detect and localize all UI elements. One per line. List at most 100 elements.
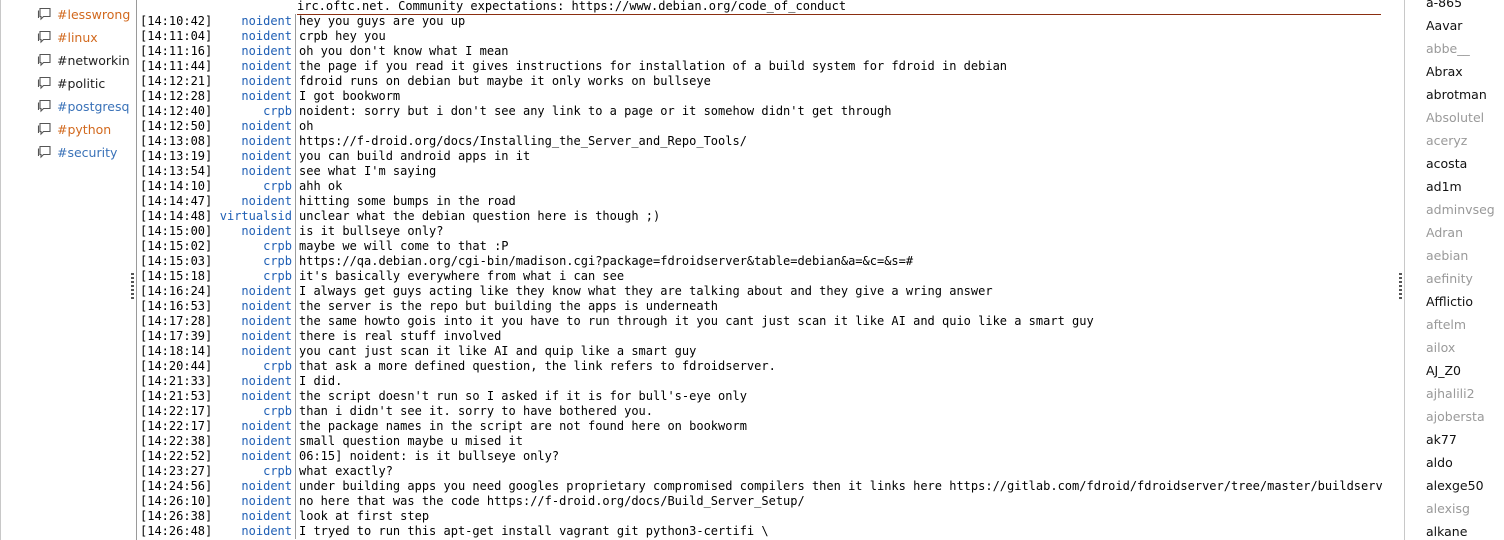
message-nick[interactable]: crpb bbox=[213, 104, 292, 119]
user-item[interactable]: alkane bbox=[1426, 522, 1467, 540]
message-nick[interactable]: virtualsid bbox=[213, 209, 292, 224]
column-separator bbox=[295, 464, 296, 479]
message-nick[interactable]: crpb bbox=[213, 404, 292, 419]
message-text: than i didn't see it. sorry to have both… bbox=[299, 404, 654, 418]
user-item[interactable]: adminvseg bbox=[1426, 200, 1495, 220]
message-nick[interactable]: crpb bbox=[213, 179, 292, 194]
channel-item[interactable]: #networkin bbox=[37, 50, 133, 70]
user-item[interactable]: aldo bbox=[1426, 453, 1453, 473]
message-timestamp: [14:18:14] bbox=[140, 344, 213, 358]
channel-item[interactable]: #lesswrong bbox=[37, 4, 133, 24]
user-item[interactable]: aefinity bbox=[1426, 269, 1473, 289]
message-text: see what I'm saying bbox=[299, 164, 437, 178]
message-nick[interactable]: noident bbox=[213, 509, 292, 524]
user-item[interactable]: acosta bbox=[1426, 154, 1467, 174]
user-item[interactable]: a-865 bbox=[1426, 0, 1462, 13]
message-row: [14:22:38] noident small question maybe u … bbox=[137, 434, 1383, 449]
message-nick[interactable]: noident bbox=[213, 479, 292, 494]
user-item[interactable]: abbe__ bbox=[1426, 39, 1470, 59]
column-separator bbox=[295, 524, 296, 539]
message-nick[interactable]: noident bbox=[213, 119, 292, 134]
user-item[interactable]: ailox bbox=[1426, 338, 1455, 358]
channel-item[interactable]: #postgresq bbox=[37, 96, 133, 116]
message-row: [14:12:50] noident oh bbox=[137, 119, 1383, 134]
message-nick[interactable]: noident bbox=[213, 389, 292, 404]
user-item[interactable]: alexisg bbox=[1426, 499, 1470, 519]
user-item[interactable]: Adran bbox=[1426, 223, 1463, 243]
message-timestamp: [14:23:27] bbox=[140, 464, 213, 478]
message-nick[interactable]: noident bbox=[213, 344, 292, 359]
message-row: [14:22:52] noident 06:15] noident: is it b… bbox=[137, 449, 1383, 464]
user-item[interactable]: Aavar bbox=[1426, 16, 1462, 36]
message-nick[interactable]: noident bbox=[213, 329, 292, 344]
user-item[interactable]: aebian bbox=[1426, 246, 1468, 266]
message-nick[interactable]: crpb bbox=[213, 359, 292, 374]
user-item[interactable]: ajobersta bbox=[1426, 407, 1485, 427]
message-nick[interactable]: crpb bbox=[213, 254, 292, 269]
message-nick[interactable]: noident bbox=[213, 44, 292, 59]
message-nick[interactable]: noident bbox=[213, 59, 292, 74]
user-item[interactable]: aftelm bbox=[1426, 315, 1466, 335]
message-timestamp: [14:26:38] bbox=[140, 509, 213, 523]
user-item[interactable]: ajhalili2 bbox=[1426, 384, 1475, 404]
channel-item[interactable]: #python bbox=[37, 119, 133, 139]
message-nick[interactable]: crpb bbox=[213, 269, 292, 284]
user-item[interactable]: Afflictio bbox=[1426, 292, 1473, 312]
user-item[interactable]: ad1m bbox=[1426, 177, 1462, 197]
user-item[interactable]: aceryz bbox=[1426, 131, 1467, 151]
message-nick[interactable]: noident bbox=[213, 149, 292, 164]
message-text: noident: sorry but i don't see any link … bbox=[299, 104, 892, 118]
message-text: it's basically everywhere from what i ca… bbox=[299, 269, 625, 283]
message-nick[interactable]: noident bbox=[213, 419, 292, 434]
message-nick[interactable]: noident bbox=[213, 89, 292, 104]
column-separator bbox=[295, 224, 296, 239]
channel-label: #networkin bbox=[57, 52, 130, 68]
message-nick[interactable]: noident bbox=[213, 284, 292, 299]
message-text: there is real stuff involved bbox=[299, 329, 502, 343]
user-item[interactable]: Abrax bbox=[1426, 62, 1463, 82]
user-item[interactable]: AJ_Z0 bbox=[1426, 361, 1461, 381]
message-nick[interactable]: noident bbox=[213, 134, 292, 149]
user-item[interactable]: Absolutel bbox=[1426, 108, 1484, 128]
column-separator bbox=[295, 449, 296, 464]
message-timestamp: [14:16:53] bbox=[140, 299, 213, 313]
chat-scrollbar[interactable] bbox=[1383, 0, 1396, 540]
user-item[interactable]: abrotman bbox=[1426, 85, 1487, 105]
message-timestamp: [14:12:40] bbox=[140, 104, 213, 118]
message-nick[interactable]: noident bbox=[213, 29, 292, 44]
message-row: [14:14:10] crpb ahh ok bbox=[137, 179, 1383, 194]
message-nick[interactable]: noident bbox=[213, 194, 292, 209]
message-timestamp: [14:26:48] bbox=[140, 524, 213, 538]
message-nick[interactable]: noident bbox=[213, 524, 292, 539]
message-timestamp: [14:11:04] bbox=[140, 29, 213, 43]
channel-item[interactable]: #politic bbox=[37, 73, 133, 93]
message-row: [14:15:18] crpb it's basically everywhere … bbox=[137, 269, 1383, 284]
message-row: [14:22:17] noident the package names in th… bbox=[137, 419, 1383, 434]
message-timestamp: [14:17:28] bbox=[140, 314, 213, 328]
message-nick[interactable]: noident bbox=[213, 374, 292, 389]
message-nick[interactable]: noident bbox=[213, 434, 292, 449]
user-list: a-865 Aavar abbe__ Abrax abrotman Absolutel ac… bbox=[1404, 0, 1504, 540]
user-item[interactable]: alexge50 bbox=[1426, 476, 1484, 496]
message-nick[interactable]: noident bbox=[213, 494, 292, 509]
message-row: [14:13:19] noident you can build android a… bbox=[137, 149, 1383, 164]
channel-item[interactable]: #security bbox=[37, 142, 133, 162]
message-timestamp: [14:22:17] bbox=[140, 404, 213, 418]
message-nick[interactable]: noident bbox=[213, 164, 292, 179]
sidebar-resize-handle[interactable] bbox=[131, 273, 134, 301]
message-nick[interactable]: noident bbox=[213, 14, 292, 29]
message-text: fdroid runs on debian but maybe it only … bbox=[299, 74, 711, 88]
channel-item[interactable]: #linux bbox=[37, 27, 133, 47]
user-item[interactable]: ak77 bbox=[1426, 430, 1457, 450]
message-nick[interactable]: noident bbox=[213, 314, 292, 329]
message-nick[interactable]: crpb bbox=[213, 239, 292, 254]
message-nick[interactable]: noident bbox=[213, 449, 292, 464]
message-nick[interactable]: noident bbox=[213, 224, 292, 239]
message-nick[interactable]: noident bbox=[213, 299, 292, 314]
column-separator bbox=[295, 164, 296, 179]
userlist-resize-handle[interactable] bbox=[1399, 273, 1402, 301]
column-separator bbox=[295, 404, 296, 419]
message-nick[interactable]: crpb bbox=[213, 464, 292, 479]
message-nick[interactable]: noident bbox=[213, 74, 292, 89]
message-timestamp: [14:14:10] bbox=[140, 179, 213, 193]
